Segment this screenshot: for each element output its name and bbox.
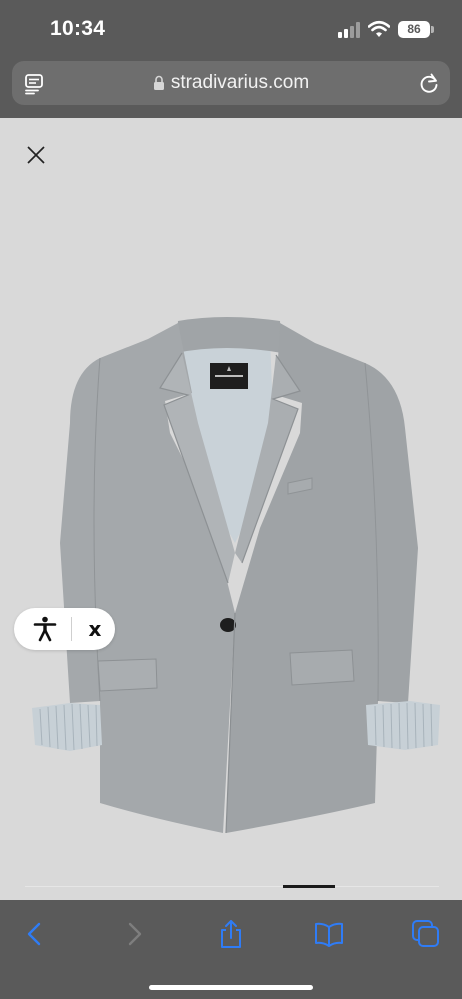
- tabs-icon[interactable]: [411, 919, 441, 949]
- address-bar[interactable]: stradivarius.com: [12, 61, 450, 105]
- product-image[interactable]: [30, 313, 450, 873]
- gallery-progress-indicator: [283, 885, 335, 888]
- accessibility-divider: [71, 617, 72, 641]
- accessibility-close-button[interactable]: x: [82, 616, 108, 642]
- home-indicator[interactable]: [149, 985, 313, 990]
- close-icon[interactable]: [25, 144, 47, 166]
- lock-icon: [153, 75, 164, 90]
- gallery-progress-track: [25, 886, 439, 887]
- url-display[interactable]: stradivarius.com: [12, 61, 450, 105]
- battery-nub: [431, 26, 434, 33]
- browser-top-chrome: 10:34 86 stradivarius.com: [0, 0, 462, 118]
- url-text: stradivarius.com: [170, 72, 310, 93]
- bookmarks-icon[interactable]: [314, 919, 344, 949]
- accessibility-widget[interactable]: x: [14, 608, 115, 650]
- status-time: 10:34: [50, 17, 106, 40]
- forward-icon[interactable]: [119, 919, 149, 949]
- battery-indicator: 86: [398, 21, 430, 38]
- status-bar: 10:34 86: [0, 0, 462, 56]
- cellular-signal-icon: [338, 22, 362, 38]
- share-icon[interactable]: [216, 919, 246, 949]
- reload-icon[interactable]: [418, 72, 440, 94]
- product-viewer: x: [0, 118, 462, 900]
- back-icon[interactable]: [20, 919, 50, 949]
- accessibility-icon[interactable]: [33, 616, 57, 642]
- wifi-icon: [368, 20, 390, 37]
- browser-toolbar: [0, 900, 462, 999]
